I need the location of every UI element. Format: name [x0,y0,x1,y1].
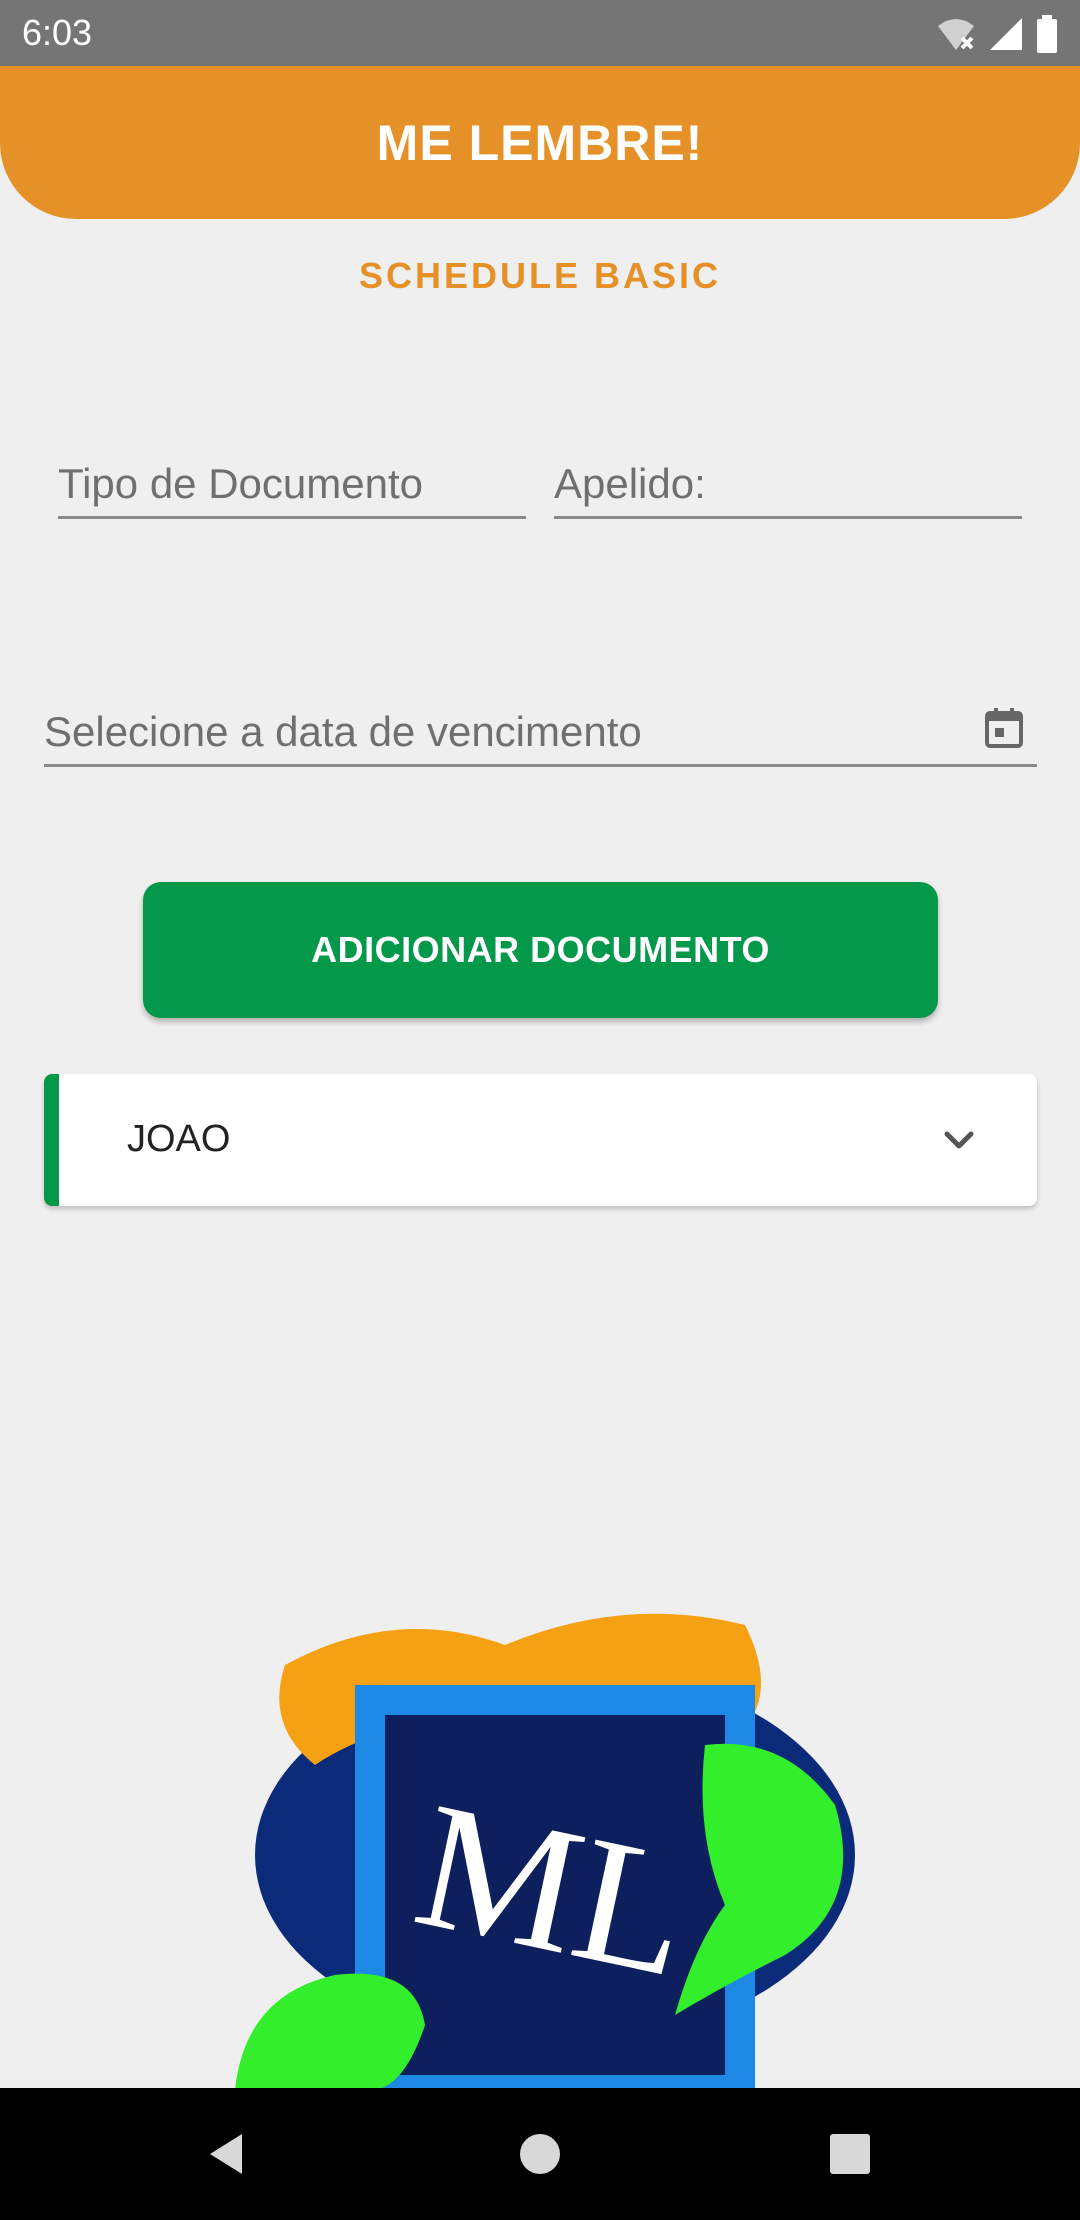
status-icons [936,14,1058,54]
card-accent-bar [44,1074,59,1206]
status-bar: 6:03 [0,0,1080,66]
app-title: ME LEMBRE! [376,114,704,171]
wifi-off-icon [938,19,974,50]
nickname-input[interactable] [554,460,1022,508]
app-header: ME LEMBRE! [0,66,1080,219]
status-time: 6:03 [22,12,93,53]
battery-icon [1037,15,1057,53]
page-subtitle: SCHEDULE BASIC [358,255,722,296]
document-type-input[interactable] [58,460,526,508]
nickname-field[interactable] [554,452,1022,519]
due-date-field[interactable] [44,700,1037,767]
document-type-field[interactable] [58,452,526,519]
add-document-label: ADICIONAR DOCUMENTO [311,929,770,970]
home-icon[interactable] [508,2122,572,2186]
calendar-icon[interactable] [985,708,1023,748]
back-icon[interactable] [196,2122,260,2186]
app-logo: ML [235,1613,855,2090]
system-nav-bar [0,2088,1080,2220]
chevron-down-icon[interactable] [939,1120,979,1160]
signal-icon [990,18,1022,50]
add-document-button[interactable]: ADICIONAR DOCUMENTO [143,882,938,1018]
recents-icon[interactable] [818,2122,882,2186]
list-item-title: JOAO [127,1118,231,1160]
due-date-input[interactable] [44,708,944,756]
list-item[interactable]: JOAO [44,1074,1037,1206]
